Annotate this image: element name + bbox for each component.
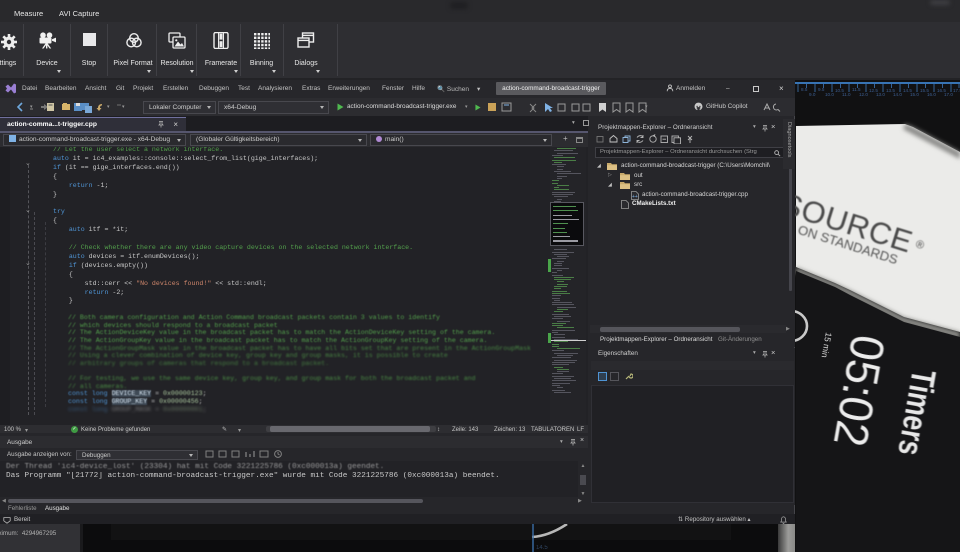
svg-text:14.5: 14.5	[536, 545, 548, 551]
svg-text:14.0: 14.0	[893, 92, 902, 97]
svg-text:16.0: 16.0	[927, 92, 936, 97]
svg-text:13.0: 13.0	[876, 92, 885, 97]
svg-text:12.0: 12.0	[859, 92, 868, 97]
svg-text:17.5: 17.5	[953, 88, 960, 93]
svg-text:8.5: 8.5	[801, 87, 808, 92]
svg-text:10.0: 10.0	[825, 92, 834, 97]
svg-text:9.5: 9.5	[818, 87, 825, 92]
svg-text:11.0: 11.0	[842, 92, 851, 97]
svg-text:15.0: 15.0	[910, 92, 919, 97]
svg-text:9.0: 9.0	[809, 92, 816, 97]
svg-text:17.0: 17.0	[944, 92, 953, 97]
